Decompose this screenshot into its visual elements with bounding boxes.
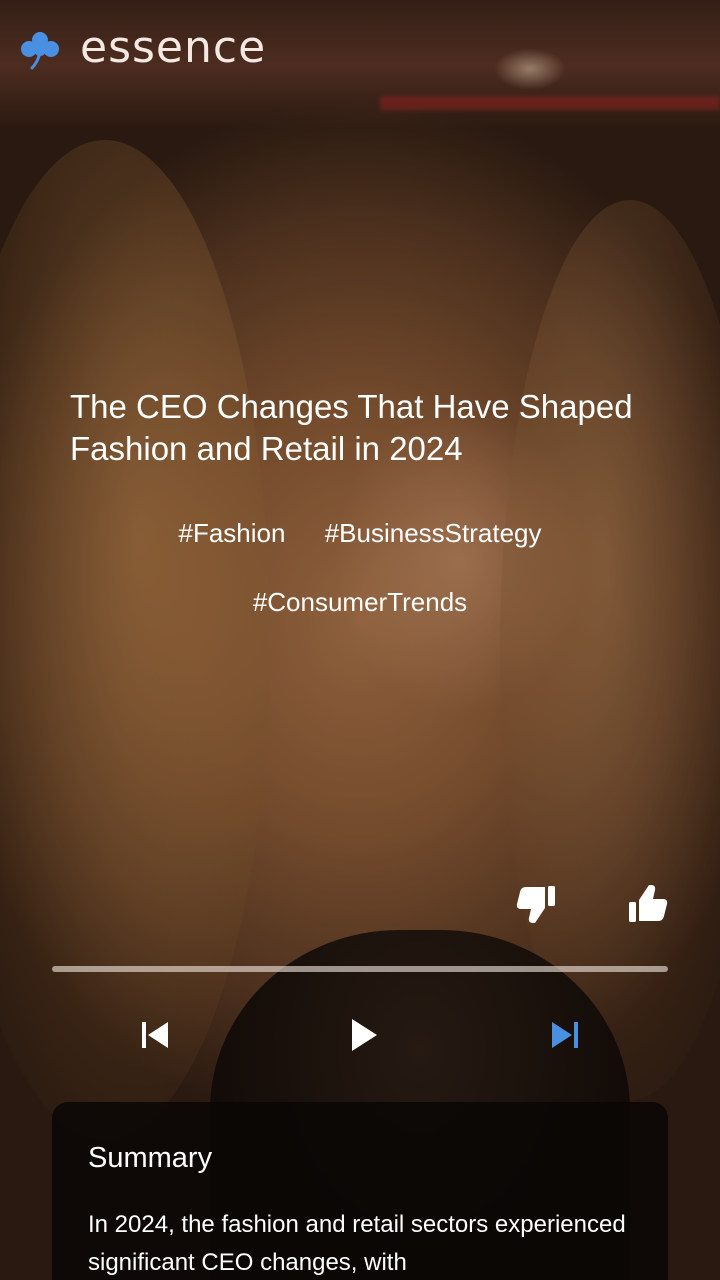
hashtag-fashion[interactable]: #Fashion [179, 518, 286, 549]
thumbs-down-icon[interactable] [514, 882, 558, 926]
progress-bar[interactable] [52, 966, 668, 972]
hashtag-row: #Fashion #BusinessStrategy [0, 518, 720, 549]
summary-heading: Summary [88, 1142, 213, 1174]
hashtag-business-strategy[interactable]: #BusinessStrategy [325, 518, 542, 549]
hashtag-consumer-trends[interactable]: #ConsumerTrends [253, 587, 467, 618]
skip-previous-icon[interactable] [138, 1018, 172, 1052]
brand-name[interactable]: essence [80, 22, 266, 73]
app-screen: essence The CEO Changes That Have Shaped… [0, 0, 720, 1280]
hashtag-row: #ConsumerTrends [0, 587, 720, 618]
summary-card: Summary In 2024, the fashion and retail … [52, 1102, 668, 1280]
play-icon[interactable] [346, 1016, 380, 1054]
background-photo-overlay [0, 0, 720, 1280]
summary-text: In 2024, the fashion and retail sectors … [88, 1211, 626, 1276]
article-title: The CEO Changes That Have Shaped Fashion… [70, 388, 633, 467]
thumbs-up-icon[interactable] [626, 882, 670, 926]
clover-icon[interactable] [18, 30, 62, 70]
app-header: essence [0, 0, 720, 100]
skip-next-icon[interactable] [548, 1018, 582, 1052]
